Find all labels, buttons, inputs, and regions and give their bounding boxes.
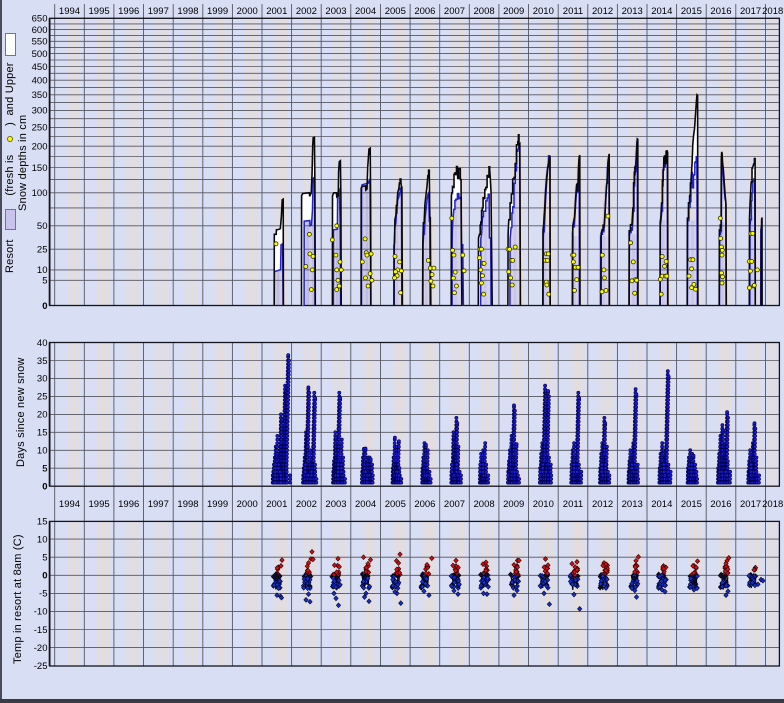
svg-text:1999: 1999	[207, 6, 228, 17]
svg-text:20: 20	[37, 410, 48, 421]
svg-text:2012: 2012	[592, 6, 613, 17]
svg-text:500: 500	[32, 49, 48, 60]
svg-text:40: 40	[37, 338, 48, 349]
svg-text:2001: 2001	[266, 6, 287, 17]
svg-text:15: 15	[37, 428, 48, 439]
svg-text:2007: 2007	[444, 6, 465, 17]
svg-text:1998: 1998	[177, 499, 198, 510]
svg-text:2014: 2014	[651, 6, 672, 17]
svg-text:2008: 2008	[474, 499, 495, 510]
svg-text:2002: 2002	[296, 499, 317, 510]
svg-text:200: 200	[32, 142, 48, 153]
svg-text:100: 100	[32, 188, 48, 199]
svg-text:2015: 2015	[681, 499, 702, 510]
svg-text:2007: 2007	[444, 499, 465, 510]
svg-text:0: 0	[42, 482, 47, 493]
svg-text:1999: 1999	[207, 499, 228, 510]
svg-text:2006: 2006	[414, 499, 435, 510]
svg-text:2009: 2009	[503, 499, 524, 510]
svg-text:2011: 2011	[563, 6, 583, 17]
svg-text:5: 5	[42, 464, 47, 475]
svg-text:400: 400	[32, 76, 48, 87]
svg-text:-20: -20	[34, 643, 48, 654]
svg-text:-15: -15	[34, 625, 48, 636]
svg-text:150: 150	[32, 163, 48, 174]
svg-text:350: 350	[32, 90, 48, 101]
svg-text:25: 25	[37, 392, 48, 403]
svg-text:2011: 2011	[563, 499, 583, 510]
svg-text:1995: 1995	[89, 499, 110, 510]
svg-text:1995: 1995	[89, 6, 110, 17]
svg-text:-5: -5	[39, 589, 47, 600]
svg-text:550: 550	[32, 37, 48, 48]
svg-text:5: 5	[42, 553, 47, 564]
svg-text:2012: 2012	[592, 499, 613, 510]
svg-text:2002: 2002	[296, 6, 317, 17]
svg-text:25: 25	[37, 245, 48, 256]
svg-text:2015: 2015	[681, 6, 702, 17]
svg-text:2018: 2018	[762, 6, 783, 17]
svg-text:10: 10	[37, 446, 48, 457]
svg-text:450: 450	[32, 62, 48, 73]
svg-text:2008: 2008	[474, 6, 495, 17]
svg-text:2014: 2014	[651, 499, 672, 510]
svg-text:1997: 1997	[148, 6, 169, 17]
svg-text:2009: 2009	[503, 6, 524, 17]
svg-text:300: 300	[32, 106, 48, 117]
svg-text:2013: 2013	[622, 6, 643, 17]
svg-text:2005: 2005	[385, 499, 406, 510]
svg-text:650: 650	[32, 14, 48, 25]
svg-text:1994: 1994	[59, 6, 80, 17]
svg-text:2017: 2017	[740, 499, 761, 510]
svg-text:1998: 1998	[177, 6, 198, 17]
svg-text:2000: 2000	[237, 499, 258, 510]
svg-text:50: 50	[37, 221, 48, 232]
svg-text:2004: 2004	[355, 6, 376, 17]
svg-text:2003: 2003	[325, 6, 346, 17]
svg-text:2010: 2010	[533, 499, 554, 510]
svg-text:0: 0	[42, 571, 47, 582]
svg-text:10: 10	[37, 265, 48, 276]
svg-text:1997: 1997	[148, 499, 169, 510]
svg-text:35: 35	[37, 356, 48, 367]
svg-text:2017: 2017	[740, 6, 761, 17]
svg-text:2001: 2001	[266, 499, 287, 510]
svg-text:2005: 2005	[385, 6, 406, 17]
svg-text:2000: 2000	[237, 6, 258, 17]
svg-text:1996: 1996	[118, 6, 139, 17]
svg-text:1994: 1994	[59, 499, 80, 510]
svg-text:-10: -10	[34, 607, 48, 618]
svg-text:2016: 2016	[710, 499, 731, 510]
svg-text:2018: 2018	[762, 499, 783, 510]
svg-text:15: 15	[37, 516, 48, 527]
svg-text:2003: 2003	[325, 499, 346, 510]
svg-text:600: 600	[32, 25, 48, 36]
svg-text:30: 30	[37, 374, 48, 385]
svg-text:-25: -25	[34, 661, 48, 672]
svg-text:2010: 2010	[533, 6, 554, 17]
svg-text:0: 0	[42, 301, 47, 312]
svg-text:2016: 2016	[710, 6, 731, 17]
svg-text:5: 5	[42, 276, 47, 287]
svg-text:2004: 2004	[355, 499, 376, 510]
svg-text:1996: 1996	[118, 499, 139, 510]
svg-text:250: 250	[32, 123, 48, 134]
svg-text:10: 10	[37, 534, 48, 545]
svg-text:2013: 2013	[622, 499, 643, 510]
svg-text:2006: 2006	[414, 6, 435, 17]
